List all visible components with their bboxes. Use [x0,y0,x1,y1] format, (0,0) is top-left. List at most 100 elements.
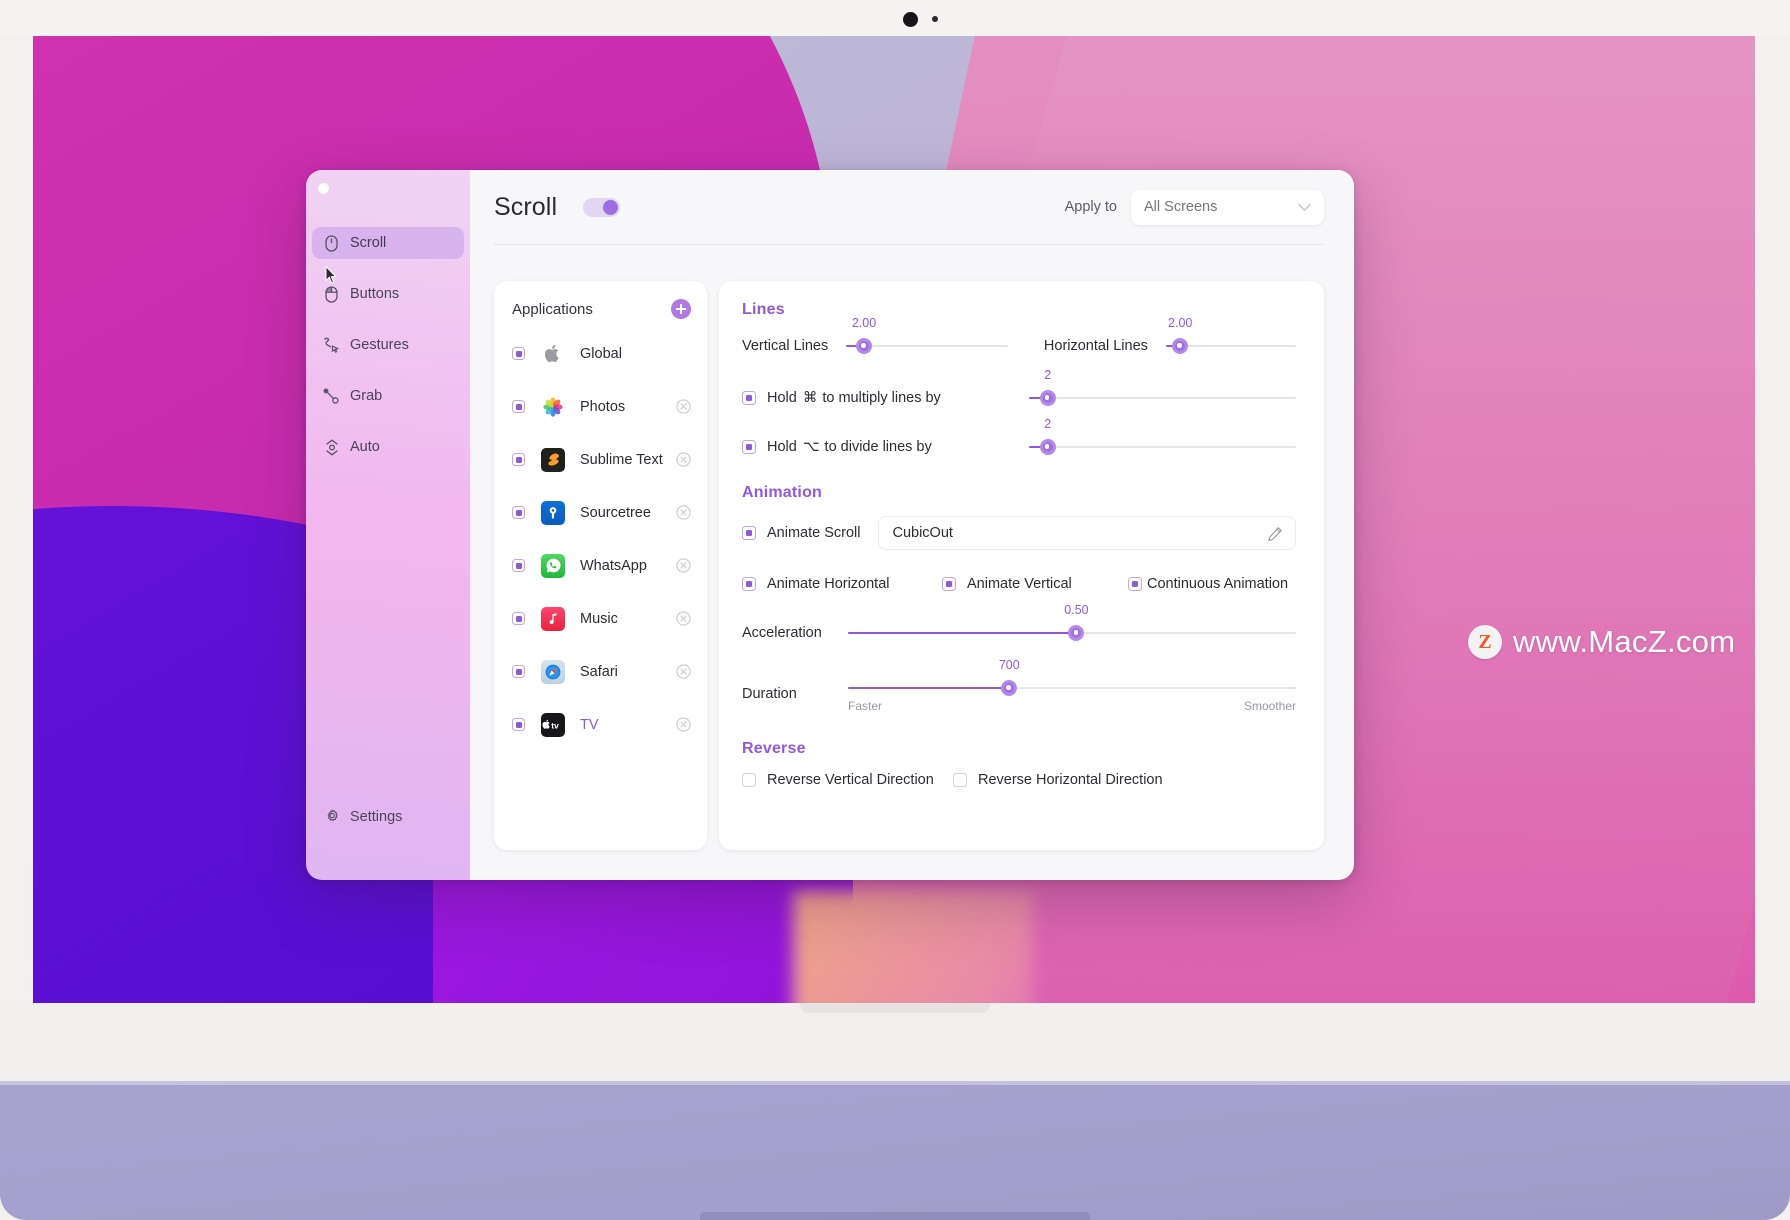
reverse-horizontal-label: Reverse Horizontal Direction [978,772,1163,788]
multiply-lines-checkbox[interactable] [742,391,756,405]
remove-circle-icon[interactable] [676,717,691,732]
reverse-options-row: Reverse Vertical Direction Reverse Horiz… [742,772,1296,788]
app-name: WhatsApp [580,557,647,574]
multiply-lines-label: to multiply lines by [822,390,941,406]
sublime-text-app-icon [541,447,565,472]
app-enable-checkbox[interactable] [512,665,525,678]
reverse-vertical-label: Reverse Vertical Direction [767,772,934,788]
multiply-lines-slider[interactable]: 2 [1029,368,1296,411]
animation-curve-input[interactable]: CubicOut [878,516,1296,550]
reverse-vertical-toggle[interactable]: Reverse Vertical Direction [742,772,953,788]
app-name: Safari [580,663,618,680]
animate-horizontal-toggle[interactable]: Animate Horizontal [742,576,942,592]
app-name: Photos [580,398,626,415]
animate-vertical-checkbox[interactable] [942,577,956,591]
divide-lines-checkbox[interactable] [742,440,756,454]
app-name: Sourcetree [580,504,651,521]
app-enable-checkbox[interactable] [512,400,525,413]
section-title-animation: Animation [742,484,823,501]
divide-lines-label: to divide lines by [824,439,932,455]
list-item[interactable]: Global [494,335,707,372]
command-key-icon: ⌘ [802,390,818,406]
screens-dropdown-value: All Screens [1144,199,1218,215]
animate-vertical-label: Animate Vertical [967,576,1072,592]
duration-value: 700 [998,658,1020,672]
keyboard-edge [0,1081,1790,1085]
app-enable-checkbox[interactable] [512,506,525,519]
pencil-icon[interactable] [1267,526,1283,542]
remove-circle-icon[interactable] [676,611,691,626]
trackpad [700,1212,1090,1220]
animation-toggles-row: Animate Horizontal Animate Vertical Cont… [742,576,1296,592]
sidebar-item-settings[interactable]: Settings [312,802,413,832]
scroll-master-toggle[interactable] [583,197,621,217]
animation-curve-value: CubicOut [892,525,953,541]
window-toolbar: Scroll Apply to All Screens [470,170,1354,244]
sidebar-item-grab[interactable]: Grab [312,380,464,412]
applications-panel: Applications Global Photos Sublime Text … [494,281,707,850]
app-enable-checkbox[interactable] [512,559,525,572]
section-title-lines: Lines [742,301,785,318]
app-enable-checkbox[interactable] [512,453,525,466]
list-item[interactable]: Sublime Text [494,441,707,478]
continuous-animation-checkbox[interactable] [1128,577,1142,591]
sidebar-item-label: Grab [350,388,383,404]
divide-lines-slider[interactable]: 2 [1029,417,1296,460]
add-application-button[interactable] [671,299,691,319]
app-enable-checkbox[interactable] [512,612,525,625]
option-key-icon: ⌥ [802,439,820,455]
sidebar-item-auto[interactable]: Auto [312,431,464,463]
sidebar-item-scroll[interactable]: Scroll [312,227,464,259]
animate-vertical-toggle[interactable]: Animate Vertical [942,576,1128,592]
close-window-button[interactable] [318,183,329,194]
mouse-preferences-window: Scroll Buttons Gestures Grab Auto Settin… [306,170,1354,880]
list-item[interactable]: tv TV [494,706,707,743]
app-enable-checkbox[interactable] [512,347,525,360]
acceleration-slider[interactable]: 0.50 [848,603,1296,646]
list-item[interactable]: Music [494,600,707,637]
reverse-horizontal-checkbox[interactable] [953,773,967,787]
chevron-down-icon [1298,203,1311,211]
mouse-scroll-icon [323,234,340,252]
continuous-animation-label: Continuous Animation [1147,576,1289,592]
horizontal-lines-slider[interactable]: 2.00 [1165,316,1296,359]
remove-circle-icon[interactable] [676,505,691,520]
ambient-light-sensor-icon [932,16,938,22]
reverse-vertical-checkbox[interactable] [742,773,756,787]
watermark-text: www.MacZ.com [1513,624,1736,659]
list-item[interactable]: Safari [494,653,707,690]
horizontal-lines-value: 2.00 [1168,316,1193,330]
remove-circle-icon[interactable] [676,664,691,679]
remove-circle-icon[interactable] [676,452,691,467]
app-enable-checkbox[interactable] [512,718,525,731]
duration-slider[interactable]: 700 [848,658,1296,701]
screens-dropdown[interactable]: All Screens [1131,189,1324,225]
animate-horizontal-checkbox[interactable] [742,577,756,591]
animate-scroll-checkbox[interactable] [742,526,756,540]
screen-bezel-top [0,0,1790,36]
sidebar-item-buttons[interactable]: Buttons [312,278,464,310]
content-area: Scroll Apply to All Screens Applications… [470,170,1354,880]
vertical-lines-slider[interactable]: 2.00 [846,316,1008,359]
remove-circle-icon[interactable] [676,558,691,573]
laptop-frame: Scroll Buttons Gestures Grab Auto Settin… [0,0,1790,1220]
acceleration-label: Acceleration [742,625,822,641]
page-title: Scroll [494,192,558,221]
reverse-horizontal-toggle[interactable]: Reverse Horizontal Direction [953,772,1163,788]
divide-lines-row: Hold ⌥ to divide lines by 2 [742,417,1296,460]
remove-circle-icon[interactable] [676,399,691,414]
apple-tv-app-icon: tv [541,712,565,737]
sidebar-item-label: Auto [350,439,380,455]
acceleration-value: 0.50 [1064,603,1089,617]
applications-header: Applications [494,299,707,319]
acceleration-row: Acceleration 0.50 [742,603,1296,646]
list-item[interactable]: WhatsApp [494,547,707,584]
apple-logo-icon [541,342,565,366]
list-item[interactable]: Photos [494,388,707,425]
sidebar-nav: Scroll Buttons Gestures Grab Auto [306,227,470,463]
svg-text:tv: tv [551,720,559,730]
sidebar-item-label: Scroll [350,235,387,251]
list-item[interactable]: Sourcetree [494,494,707,531]
sidebar-item-gestures[interactable]: Gestures [312,329,464,361]
continuous-animation-toggle[interactable]: Continuous Animation [1128,576,1288,592]
